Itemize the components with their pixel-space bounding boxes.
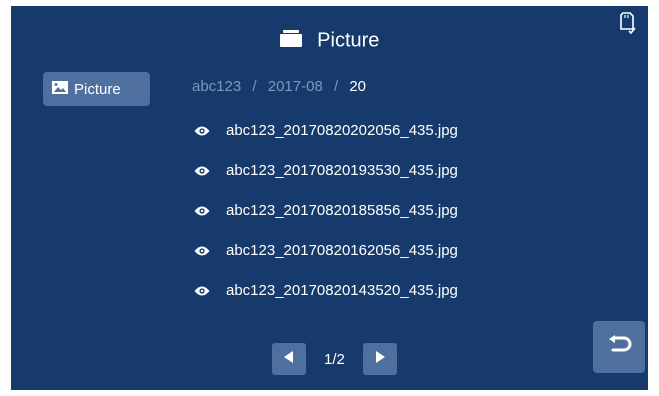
back-button[interactable] (593, 321, 645, 373)
prev-page-button[interactable] (272, 343, 306, 375)
breadcrumb: abc123 / 2017-08 / 20 (192, 78, 366, 95)
sidebar-item-label: Picture (74, 80, 121, 98)
page-title: Picture (317, 29, 380, 52)
file-row[interactable]: abc123_20170820202056_435.jpg (194, 110, 458, 150)
pagination: 1/2 (272, 343, 397, 375)
folder-icon (279, 29, 302, 53)
eye-icon[interactable] (194, 284, 210, 296)
file-name: abc123_20170820143520_435.jpg (226, 281, 458, 299)
eye-icon[interactable] (194, 124, 210, 136)
breadcrumb-device[interactable]: abc123 (192, 78, 241, 95)
file-name: abc123_20170820185856_435.jpg (226, 201, 458, 219)
screen: Picture Picture abc123 / 2017-08 / 20 ab… (11, 6, 648, 390)
breadcrumb-separator: / (252, 78, 257, 95)
sidebar-item-picture[interactable]: Picture (43, 72, 150, 106)
breadcrumb-month[interactable]: 2017-08 (268, 78, 323, 95)
file-name: abc123_20170820202056_435.jpg (226, 121, 458, 139)
return-arrow-icon (606, 334, 632, 360)
caret-right-icon (375, 350, 385, 368)
sd-card-icon (620, 12, 636, 39)
file-row[interactable]: abc123_20170820185856_435.jpg (194, 190, 458, 230)
eye-icon[interactable] (194, 204, 210, 216)
image-icon (52, 80, 68, 98)
eye-icon[interactable] (194, 164, 210, 176)
breadcrumb-separator: / (333, 78, 339, 95)
file-list: abc123_20170820202056_435.jpg abc123_201… (194, 110, 458, 310)
file-row[interactable]: abc123_20170820193530_435.jpg (194, 150, 458, 190)
file-row[interactable]: abc123_20170820162056_435.jpg (194, 230, 458, 270)
page-indicator: 1/2 (324, 350, 345, 368)
next-page-button[interactable] (362, 343, 397, 375)
file-name: abc123_20170820193530_435.jpg (226, 161, 458, 179)
page-header: Picture (11, 28, 648, 53)
file-row[interactable]: abc123_20170820143520_435.jpg (194, 270, 458, 310)
caret-left-icon (284, 350, 294, 368)
breadcrumb-day: 20 (349, 78, 366, 95)
file-name: abc123_20170820162056_435.jpg (226, 241, 458, 259)
eye-icon[interactable] (194, 244, 210, 256)
